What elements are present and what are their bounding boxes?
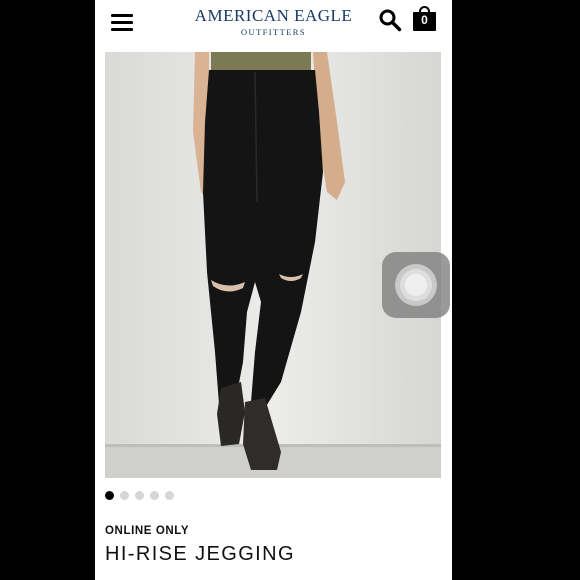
shopping-bag-button[interactable]: 0 — [413, 6, 436, 31]
carousel-dot[interactable] — [150, 491, 159, 500]
search-icon[interactable] — [378, 8, 402, 32]
site-header: AMERICAN EAGLE OUTFITTERS 0 — [95, 0, 452, 48]
carousel-dot[interactable] — [165, 491, 174, 500]
hamburger-menu-icon[interactable] — [111, 12, 133, 32]
assistive-touch-icon[interactable] — [382, 252, 450, 318]
brand-sub: OUTFITTERS — [241, 27, 306, 37]
carousel-dot[interactable] — [105, 491, 114, 500]
brand-name: AMERICAN EAGLE — [194, 6, 353, 25]
bag-count: 0 — [421, 13, 428, 27]
carousel-dots — [105, 491, 174, 500]
carousel-dot[interactable] — [120, 491, 129, 500]
product-tag: ONLINE ONLY — [105, 525, 190, 537]
brand-logo[interactable]: AMERICAN EAGLE OUTFITTERS — [185, 6, 362, 37]
carousel-dot[interactable] — [135, 491, 144, 500]
product-title: HI-RISE JEGGING — [105, 543, 295, 565]
